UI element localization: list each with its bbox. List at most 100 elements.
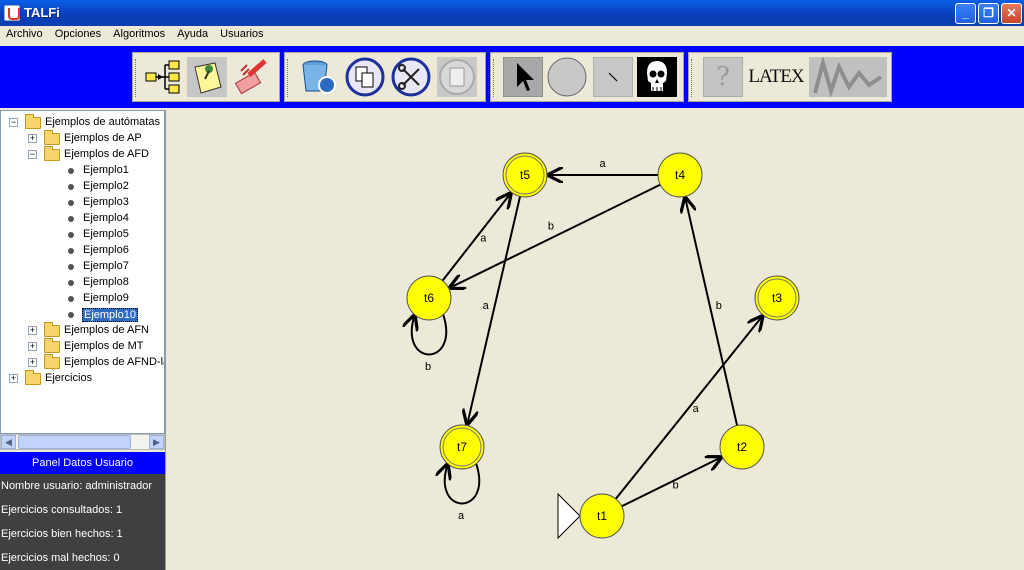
menu-usuarios[interactable]: Usuarios xyxy=(214,26,269,42)
transition-arrow[interactable] xyxy=(614,315,763,500)
edit-brush-icon[interactable] xyxy=(231,57,271,97)
folder-icon xyxy=(44,322,60,337)
expand-icon[interactable]: + xyxy=(9,374,18,383)
java-app-icon xyxy=(4,5,20,21)
toolbar-grip[interactable] xyxy=(493,59,496,97)
tree-label-mt: Ejemplos de MT xyxy=(64,340,144,352)
tree-node-afnd[interactable]: + Ejemplos de AFND-lan xyxy=(28,354,164,371)
username-text: Nombre usuario: administrador xyxy=(1,480,153,492)
expand-icon[interactable]: + xyxy=(28,326,37,335)
menu-archivo[interactable]: Archivo xyxy=(0,26,49,42)
tree-node-afn[interactable]: + Ejemplos de AFN xyxy=(28,322,164,339)
state-t4[interactable]: t4 xyxy=(657,152,703,198)
menu-algoritmos[interactable]: Algoritmos xyxy=(107,26,171,42)
transition-tool-icon[interactable] xyxy=(593,57,633,97)
maximize-button[interactable]: ❐ xyxy=(978,3,999,24)
tree-label-afn: Ejemplos de AFN xyxy=(64,324,149,336)
transition-label: b xyxy=(425,361,431,373)
transition-arrow[interactable] xyxy=(441,192,512,282)
expand-icon[interactable]: + xyxy=(28,342,37,351)
minimize-button[interactable]: _ xyxy=(955,3,976,24)
leaf-dot-icon xyxy=(68,232,74,238)
new-tree-icon[interactable] xyxy=(143,57,183,97)
tree-leaf-label: Ejemplo1 xyxy=(83,164,129,176)
state-t1[interactable]: t1 xyxy=(557,492,625,540)
state-t7[interactable]: t7 xyxy=(439,424,485,470)
transition-label: a xyxy=(480,232,487,244)
state-tool-icon[interactable] xyxy=(547,57,587,97)
transition-label: a xyxy=(458,510,465,522)
tree-leaf-label: Ejemplo2 xyxy=(83,180,129,192)
state-label: t3 xyxy=(772,291,782,305)
delete-skull-icon[interactable] xyxy=(637,57,677,97)
help-icon[interactable]: ? xyxy=(703,57,743,97)
tree-leaf-label: Ejemplo3 xyxy=(83,196,129,208)
tree-label-ejercicios: Ejercicios xyxy=(45,372,93,384)
scroll-thumb[interactable] xyxy=(18,435,131,449)
tree-root[interactable]: − Ejemplos de autómatas xyxy=(9,114,164,131)
toolbar-grip[interactable] xyxy=(135,59,138,97)
latex-export-button[interactable]: LATEX xyxy=(747,57,805,97)
transition-arrow[interactable] xyxy=(467,196,522,425)
consulted-text: Ejercicios consultados: 1 xyxy=(1,504,123,516)
close-button[interactable]: ✕ xyxy=(1001,3,1022,24)
leaf-dot-icon xyxy=(68,184,74,190)
tree-leaf-label: Ejemplo10 xyxy=(82,308,138,322)
menu-bar: Archivo Opciones Algoritmos Ayuda Usuarios xyxy=(0,26,1024,45)
wrong-text: Ejercicios mal hechos: 0 xyxy=(1,552,120,564)
tree-horizontal-scrollbar[interactable]: ◀ ▶ xyxy=(0,434,165,450)
transition-label: b xyxy=(548,220,554,232)
state-t3[interactable]: t3 xyxy=(754,275,800,321)
expand-icon[interactable]: + xyxy=(28,358,37,367)
state-label: t4 xyxy=(675,168,685,182)
user-panel: Nombre usuario: administrador Ejercicios… xyxy=(0,474,165,570)
toolbar-group-files xyxy=(132,52,280,102)
tree-node-afd[interactable]: − Ejemplos de AFD xyxy=(28,146,164,163)
folder-icon xyxy=(25,370,41,385)
collapse-icon[interactable]: − xyxy=(28,150,37,159)
automaton-canvas[interactable]: b a b a b a a b a t1 t2 t3 t4 t5 t6 t7 xyxy=(165,110,1024,570)
leaf-dot-icon xyxy=(68,264,74,270)
user-panel-header: Panel Datos Usuario xyxy=(0,452,165,474)
transition-label: a xyxy=(483,300,490,312)
automaton-graph[interactable]: b a b a b a a b a t1 t2 t3 t4 t5 t6 t7 xyxy=(166,110,1024,570)
collapse-icon[interactable]: − xyxy=(9,118,18,127)
paste-icon-disabled[interactable] xyxy=(437,57,477,97)
transition-label: a xyxy=(693,403,700,415)
toolbar-group-edit xyxy=(284,52,486,102)
graph-tool-icon[interactable] xyxy=(809,57,887,97)
scroll-left-icon[interactable]: ◀ xyxy=(1,435,16,449)
state-t6[interactable]: t6 xyxy=(406,275,452,321)
transition-label: b xyxy=(672,480,678,492)
menu-ayuda[interactable]: Ayuda xyxy=(171,26,214,42)
transition-arrow[interactable] xyxy=(685,196,739,426)
app-window: TALFi _ ❐ ✕ Archivo Opciones Algoritmos Ayu… xyxy=(0,0,1024,570)
tree-label-ap: Ejemplos de AP xyxy=(64,132,142,144)
state-label: t1 xyxy=(597,509,607,523)
tree-node-mt[interactable]: + Ejemplos de MT xyxy=(28,338,164,355)
tree-node-ap[interactable]: + Ejemplos de AP xyxy=(28,130,164,147)
tree-leaf-label: Ejemplo4 xyxy=(83,212,129,224)
leaf-dot-icon xyxy=(68,312,74,318)
tree-node-ejercicios[interactable]: + Ejercicios xyxy=(9,370,164,387)
tree-leaf-label: Ejemplo9 xyxy=(83,292,129,304)
transition-label: b xyxy=(716,300,722,312)
cut-icon[interactable] xyxy=(391,57,431,97)
toolbar-grip[interactable] xyxy=(287,59,290,97)
pointer-tool-icon[interactable] xyxy=(503,57,543,97)
state-label: t5 xyxy=(520,168,530,182)
open-notes-icon[interactable] xyxy=(187,57,227,97)
expand-icon[interactable]: + xyxy=(28,134,37,143)
state-t5[interactable]: t5 xyxy=(502,152,548,198)
state-t2[interactable]: t2 xyxy=(719,424,765,470)
menu-opciones[interactable]: Opciones xyxy=(49,26,107,42)
copy-icon[interactable] xyxy=(345,57,385,97)
leaf-dot-icon xyxy=(68,248,74,254)
trash-icon[interactable] xyxy=(297,57,337,97)
toolbar: ? LATEX xyxy=(0,46,1024,108)
toolbar-grip[interactable] xyxy=(691,59,694,97)
title-bar[interactable]: TALFi _ ❐ ✕ xyxy=(0,0,1024,26)
state-label: t6 xyxy=(424,291,434,305)
folder-icon xyxy=(44,354,60,369)
scroll-right-icon[interactable]: ▶ xyxy=(149,435,164,449)
